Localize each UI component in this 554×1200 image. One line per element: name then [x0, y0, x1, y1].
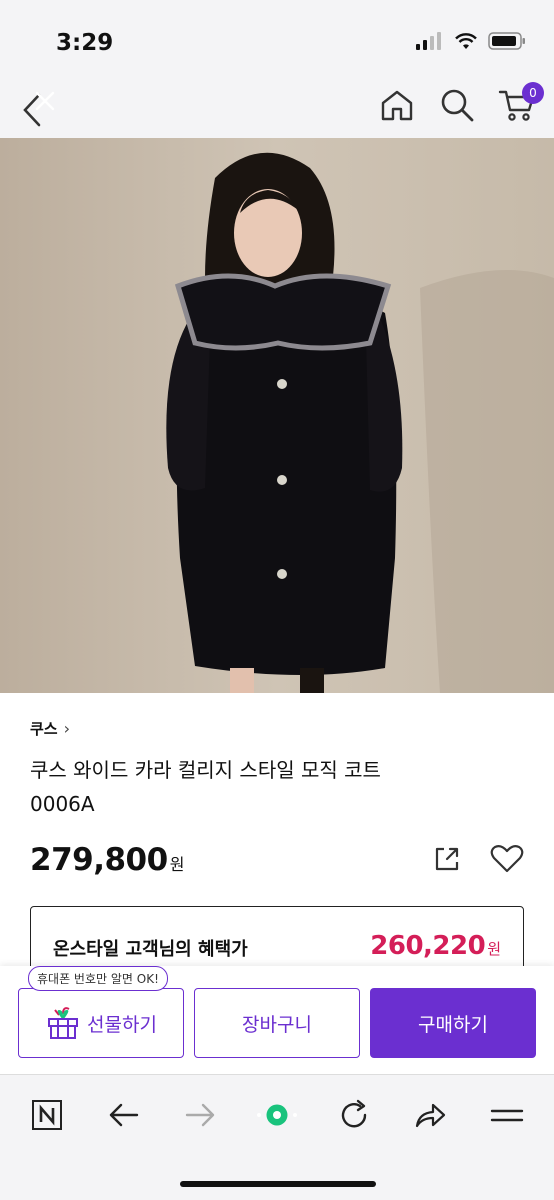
browser-menu-button[interactable]: [486, 1094, 528, 1136]
status-time: 3:29: [56, 30, 114, 56]
status-bar: 3:29: [0, 0, 554, 80]
benefit-label: 온스타일 고객님의 혜택가: [53, 939, 248, 960]
home-indicator: [180, 1181, 376, 1187]
benefit-price-value: 260,220: [370, 931, 486, 961]
price-unit: 원: [169, 855, 185, 874]
refresh-button[interactable]: [333, 1094, 375, 1136]
gift-button-label: 선물하기: [87, 1013, 157, 1036]
product-title-line1: 쿠스 와이드 카라 컬리지 스타일 모직 코트: [30, 758, 381, 782]
product-image[interactable]: [0, 138, 554, 693]
browser-back-button[interactable]: [103, 1094, 145, 1136]
gift-tooltip: 휴대폰 번호만 알면 OK!: [28, 966, 168, 991]
battery-icon: [488, 32, 525, 50]
price-value: 279,800: [30, 842, 168, 878]
price-actions: [432, 844, 524, 874]
cart-button[interactable]: 0: [498, 82, 544, 124]
share-arrow-icon: [416, 1103, 446, 1128]
naver-icon: [32, 1100, 62, 1130]
back-arrow-icon: [109, 1103, 138, 1127]
nav-actions: 0: [378, 82, 544, 124]
brand-name: 쿠스: [30, 720, 58, 738]
search-icon: [441, 89, 474, 122]
product-info: 쿠스 › 쿠스 와이드 카라 컬리지 스타일 모직 코트 0006A: [30, 718, 530, 821]
product-photo: [0, 138, 554, 693]
forward-arrow-icon: [186, 1103, 215, 1127]
refresh-icon: [341, 1099, 366, 1128]
browser-share-button[interactable]: [409, 1094, 451, 1136]
chevron-right-icon: ›: [63, 719, 71, 738]
product-title: 쿠스 와이드 카라 컬리지 스타일 모직 코트 0006A: [30, 753, 530, 821]
back-button[interactable]: [14, 84, 60, 130]
home-button[interactable]: [378, 86, 416, 124]
signal-icon: [416, 32, 441, 50]
wishlist-heart-icon[interactable]: [490, 844, 524, 874]
purchase-action-bar: 선물하기 휴대폰 번호만 알면 OK! 장바구니 구매하기: [0, 966, 554, 1074]
top-nav: 0: [0, 80, 554, 138]
benefit-price-unit: 원: [487, 940, 501, 958]
gift-button[interactable]: 선물하기: [18, 988, 184, 1058]
add-to-cart-button[interactable]: 장바구니: [194, 988, 360, 1058]
buy-button[interactable]: 구매하기: [370, 988, 536, 1058]
naver-button[interactable]: [26, 1094, 68, 1136]
search-button[interactable]: [438, 86, 476, 124]
green-dot-icon: [256, 1104, 297, 1126]
home-icon: [381, 90, 413, 121]
gift-icon: [48, 1007, 79, 1039]
cart-count-badge: 0: [522, 82, 544, 104]
brand-link[interactable]: 쿠스 ›: [30, 718, 530, 739]
green-dot-button[interactable]: [256, 1094, 298, 1136]
back-close-icon: [23, 91, 55, 127]
menu-icon: [490, 1109, 524, 1122]
product-title-line2: 0006A: [30, 792, 95, 816]
status-icons: [416, 32, 526, 50]
price-row: 279,800 원: [30, 842, 184, 878]
browser-toolbar: [0, 1074, 554, 1200]
benefit-price: 260,220 원: [370, 931, 501, 961]
browser-icons: [26, 1093, 528, 1137]
browser-forward-button[interactable]: [179, 1094, 221, 1136]
wifi-icon: [455, 33, 477, 49]
share-icon[interactable]: [432, 844, 462, 874]
